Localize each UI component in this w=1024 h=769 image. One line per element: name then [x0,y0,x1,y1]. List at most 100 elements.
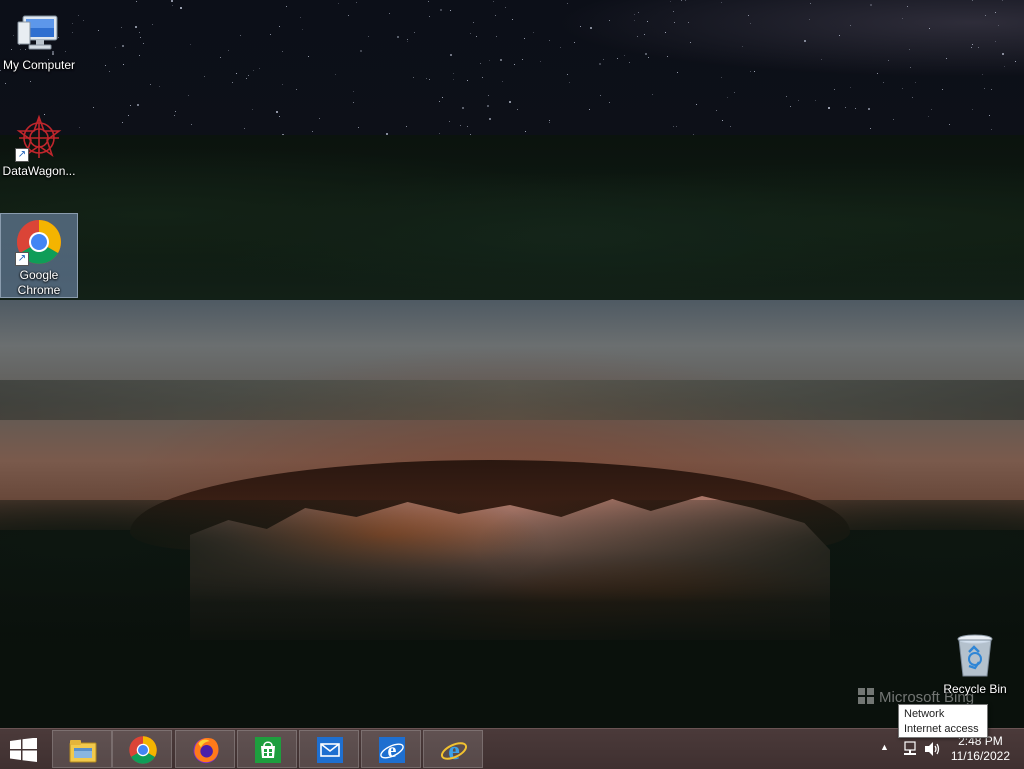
svg-text:e: e [388,740,397,762]
desktop-wallpaper[interactable]: Microsoft Bing [0,0,1024,728]
taskbar-app-store[interactable] [237,730,297,768]
star [450,10,451,11]
star [442,97,443,98]
star [246,78,247,79]
desktop-icon-datawagon[interactable]: ↗ DataWagon... [1,110,77,180]
star [750,71,751,72]
star [603,59,604,60]
star [525,131,526,132]
star [429,16,430,17]
star [734,92,735,93]
star [839,35,840,36]
taskbar-app-firefox[interactable] [175,730,235,768]
start-button[interactable] [0,730,48,768]
network-tooltip: Network Internet access [898,704,988,738]
star [688,22,689,23]
star [308,56,309,57]
shortcut-arrow-icon: ↗ [15,148,29,162]
star [972,0,973,1]
star [413,77,414,78]
star [122,45,124,47]
star [248,75,249,76]
star [721,2,722,3]
star [727,97,728,98]
desktop-icon-recycle-bin[interactable]: Recycle Bin [937,628,1013,698]
taskbar-app-google-chrome[interactable] [112,730,172,768]
star [912,97,913,98]
star [991,89,992,90]
show-hidden-icons-chevron-icon[interactable]: ▲ [880,742,889,752]
star [645,53,647,55]
star [989,115,990,116]
star [467,80,468,81]
star [946,58,947,59]
network-icon[interactable] [902,741,918,757]
star [79,127,80,128]
star [115,47,116,48]
desktop-icon-my-computer[interactable]: My Computer [1,4,77,74]
desktop-icon-google-chrome[interactable]: ↗ Google Chrome [0,213,78,298]
file-explorer-icon [69,740,97,763]
star [786,96,787,97]
star [995,41,996,42]
star [93,107,94,108]
star [673,11,674,12]
star [122,122,123,123]
star [319,118,320,119]
clock-date: 11/16/2022 [950,749,1010,763]
star [902,88,903,89]
taskbar-app-internet-explorer[interactable]: e [423,730,483,768]
star [942,89,943,90]
taskbar-app-file-explorer[interactable] [52,730,112,768]
volume-icon[interactable] [924,741,942,757]
taskbar-app-internet-explorer-tile[interactable]: e [361,730,421,768]
star [907,6,908,7]
star [624,55,625,56]
night-sky [0,0,1024,150]
star [259,68,260,69]
star [665,32,666,33]
star [109,71,110,72]
star [128,115,129,116]
star [855,108,856,109]
taskbar-app-mail[interactable] [299,730,359,768]
star [609,102,610,103]
star [638,12,639,13]
star [540,61,541,62]
star [1015,61,1016,62]
star [877,73,878,74]
star [139,32,140,33]
shortcut-arrow-icon: ↗ [15,252,29,266]
star [971,47,972,48]
star [809,19,810,20]
star [137,104,139,106]
star [460,125,461,126]
star [121,27,122,28]
star [480,63,481,64]
star [533,32,534,33]
star [928,116,929,117]
star [505,7,506,8]
star [312,131,313,132]
clock[interactable]: 2:48 PM 11/16/2022 [951,734,1010,764]
star [123,64,124,65]
star [174,115,175,116]
desktop-icon-label: My Computer [2,58,76,72]
star [453,73,454,74]
star [353,102,354,103]
star [972,44,973,45]
star [286,6,287,7]
star [931,109,932,110]
star [135,26,137,28]
ie-icon: e [440,736,468,765]
star [389,13,390,14]
recycle-bin-icon [951,632,999,680]
star [637,36,638,37]
star [512,19,513,20]
star [188,95,189,96]
star [984,88,985,89]
star [549,40,550,41]
firefox-icon [193,737,219,764]
star [487,105,489,107]
star [569,82,570,83]
